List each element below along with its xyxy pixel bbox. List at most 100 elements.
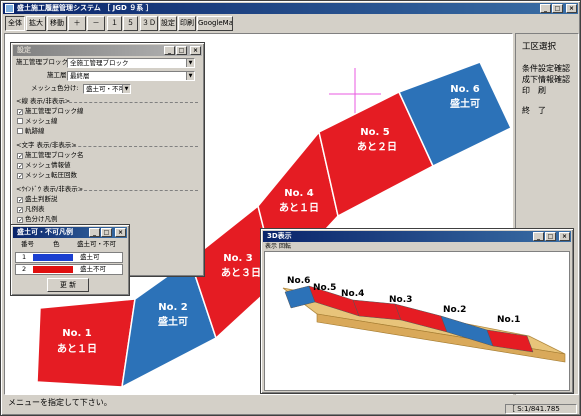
- app-icon: [5, 4, 14, 13]
- checkbox-track-line[interactable]: 軌跡線: [17, 127, 45, 136]
- toolbar-3d-button[interactable]: ３Ｄ: [140, 16, 158, 31]
- legend-row-2-swatch: [33, 266, 73, 273]
- layer-select-value: 最終層: [70, 72, 90, 80]
- toolbar-one-button[interactable]: １: [107, 16, 122, 31]
- settings-maximize-button[interactable]: □: [176, 46, 187, 55]
- block-no1[interactable]: [36, 298, 136, 388]
- toolbar-googlemap-button[interactable]: GoogleMap: [197, 16, 233, 31]
- menu-print[interactable]: 印 刷: [516, 85, 578, 96]
- mesh-label: メッシュ色分け:: [31, 84, 79, 92]
- menu-info-confirm[interactable]: 成下情報確認: [516, 74, 578, 85]
- track-line-label: 軌跡線: [25, 127, 45, 135]
- close-button[interactable]: ×: [566, 4, 577, 13]
- checkbox-mesh-roll[interactable]: ✓ メッシュ転圧回数: [17, 171, 77, 180]
- color-legend-label: 色分け凡例: [25, 215, 58, 223]
- maximize-button[interactable]: □: [552, 4, 563, 13]
- legend-table-label: 凡例表: [25, 205, 45, 213]
- label3d-no1: No.1: [497, 315, 520, 325]
- block-line-label: 施工管理ブロック線: [25, 107, 84, 115]
- toolbar-minus-button[interactable]: －: [87, 16, 105, 31]
- legend-row-2-label: 盛土不可: [80, 265, 106, 273]
- view3d-menu-display[interactable]: 表示: [265, 243, 277, 250]
- scale-readout: ［ S:1/841.785: [505, 404, 577, 414]
- legend-header-number: 番号: [21, 240, 34, 248]
- legend-row-1-label: 盛土可: [80, 253, 100, 261]
- block-no5-sub: あと２日: [357, 140, 397, 153]
- layer-select[interactable]: 最終層 ▼: [67, 71, 195, 81]
- mesh-roll-label: メッシュ転圧回数: [25, 171, 77, 179]
- view3d-titlebar: 3D表示 _ □ ×: [263, 231, 571, 242]
- toolbar-print-button[interactable]: 印刷: [178, 16, 196, 31]
- check-icon: ✓: [17, 109, 24, 116]
- label3d-no5: No.5: [313, 283, 336, 293]
- chevron-down-icon: ▼: [186, 72, 194, 80]
- legend-row-2: 2 盛土不可: [15, 264, 123, 275]
- text-section-divider: [63, 146, 198, 147]
- view3d-window: 3D表示 _ □ × 表示 回転 No.6 No.5 No.4 No.3 No.…: [260, 228, 574, 394]
- main-titlebar: 盛土施工履歴管理システム ［ JGD ９系 ］ _ □ ×: [3, 3, 578, 14]
- legend-row-1-number: 1: [22, 253, 27, 261]
- checkbox-mesh-info[interactable]: ✓ メッシュ情報値: [17, 161, 71, 170]
- fill-judge-label: 盛土判断説: [25, 195, 58, 203]
- view3d-menu-rotate[interactable]: 回転: [279, 243, 291, 250]
- check-icon: ✓: [17, 173, 24, 180]
- view3d-maximize-button[interactable]: □: [545, 232, 556, 241]
- settings-titlebar: 設定 _ □ ×: [13, 45, 202, 56]
- toolbar-settings-button[interactable]: 設定: [159, 16, 177, 31]
- settings-close-button[interactable]: ×: [190, 46, 201, 55]
- block-no6-name: No. 6: [450, 84, 480, 95]
- legend-titlebar: 盛土可・不可凡例 _ □ ×: [13, 227, 127, 238]
- menu-area-select[interactable]: 工区選択: [516, 42, 578, 53]
- mesh-info-label: メッシュ情報値: [25, 161, 71, 169]
- view3d-close-button[interactable]: ×: [559, 232, 570, 241]
- check-icon: ✓: [17, 153, 24, 160]
- chevron-down-icon: ▼: [122, 85, 130, 93]
- legend-minimize-button[interactable]: _: [89, 228, 100, 237]
- window-section-divider: [79, 190, 198, 191]
- checkbox-color-legend[interactable]: ✓ 色分け凡例: [17, 215, 58, 224]
- settings-minimize-button[interactable]: _: [164, 46, 175, 55]
- view3d-svg: No.6 No.5 No.4 No.3 No.2 No.1: [282, 276, 566, 363]
- check-icon: ✓: [17, 163, 24, 170]
- block-select[interactable]: 全施工管理ブロック ▼: [67, 58, 195, 68]
- view3d-canvas[interactable]: No.6 No.5 No.4 No.3 No.2 No.1: [264, 251, 570, 391]
- status-bar: メニューを指定して下さい。 ［ S:1/841.785: [4, 397, 579, 414]
- mesh-line-label: メッシュ線: [25, 117, 58, 125]
- menu-condition-confirm[interactable]: 条件設定確認: [516, 63, 578, 74]
- block-no3-sub: あと３日: [221, 266, 261, 279]
- legend-maximize-button[interactable]: □: [101, 228, 112, 237]
- checkbox-fill-judge[interactable]: ✓ 盛土判断説: [17, 195, 58, 204]
- menu-exit[interactable]: 終 了: [516, 105, 578, 116]
- mesh-select-value: 盛土可・不可: [86, 85, 125, 93]
- toolbar-zenkai-button[interactable]: 全体: [5, 16, 25, 31]
- minimize-button[interactable]: _: [540, 4, 551, 13]
- block-no2-sub: 盛土可: [158, 315, 188, 328]
- checkbox-legend-table[interactable]: ✓ 凡例表: [17, 205, 45, 214]
- block-no1-sub: あと１日: [57, 342, 97, 355]
- legend-header-status: 盛土可・不可: [77, 240, 116, 248]
- checkbox-block-name[interactable]: ✓ 施工管理ブロック名: [17, 151, 84, 160]
- main-title: 盛土施工履歴管理システム ［ JGD ９系 ］: [17, 4, 153, 12]
- legend-row-2-number: 2: [22, 265, 27, 273]
- label3d-no2: No.2: [443, 305, 466, 315]
- toolbar-zoom-button[interactable]: 拡大: [26, 16, 46, 31]
- view3d-minimize-button[interactable]: _: [533, 232, 544, 241]
- toolbar-plus-button[interactable]: ＋: [68, 16, 86, 31]
- checkbox-empty-icon: [17, 128, 23, 134]
- checkbox-mesh-line[interactable]: メッシュ線: [17, 117, 58, 126]
- legend-row-1-swatch: [33, 254, 73, 261]
- toolbar-move-button[interactable]: 移動: [47, 16, 67, 31]
- checkbox-block-line[interactable]: ✓ 施工管理ブロック線: [17, 107, 84, 116]
- layer-label: 施工層:: [47, 71, 69, 79]
- check-icon: ✓: [17, 217, 24, 224]
- legend-update-button[interactable]: 更 新: [47, 278, 89, 292]
- block-no1-name: No. 1: [62, 328, 92, 339]
- checkbox-empty-icon: [17, 118, 23, 124]
- check-icon: ✓: [17, 207, 24, 214]
- settings-title: 設定: [17, 46, 31, 54]
- view3d-title: 3D表示: [267, 232, 292, 240]
- legend-close-button[interactable]: ×: [115, 228, 126, 237]
- toolbar-five-button[interactable]: ５: [123, 16, 138, 31]
- mesh-select[interactable]: 盛土可・不可 ▼: [83, 84, 131, 94]
- line-section-divider: [59, 102, 198, 103]
